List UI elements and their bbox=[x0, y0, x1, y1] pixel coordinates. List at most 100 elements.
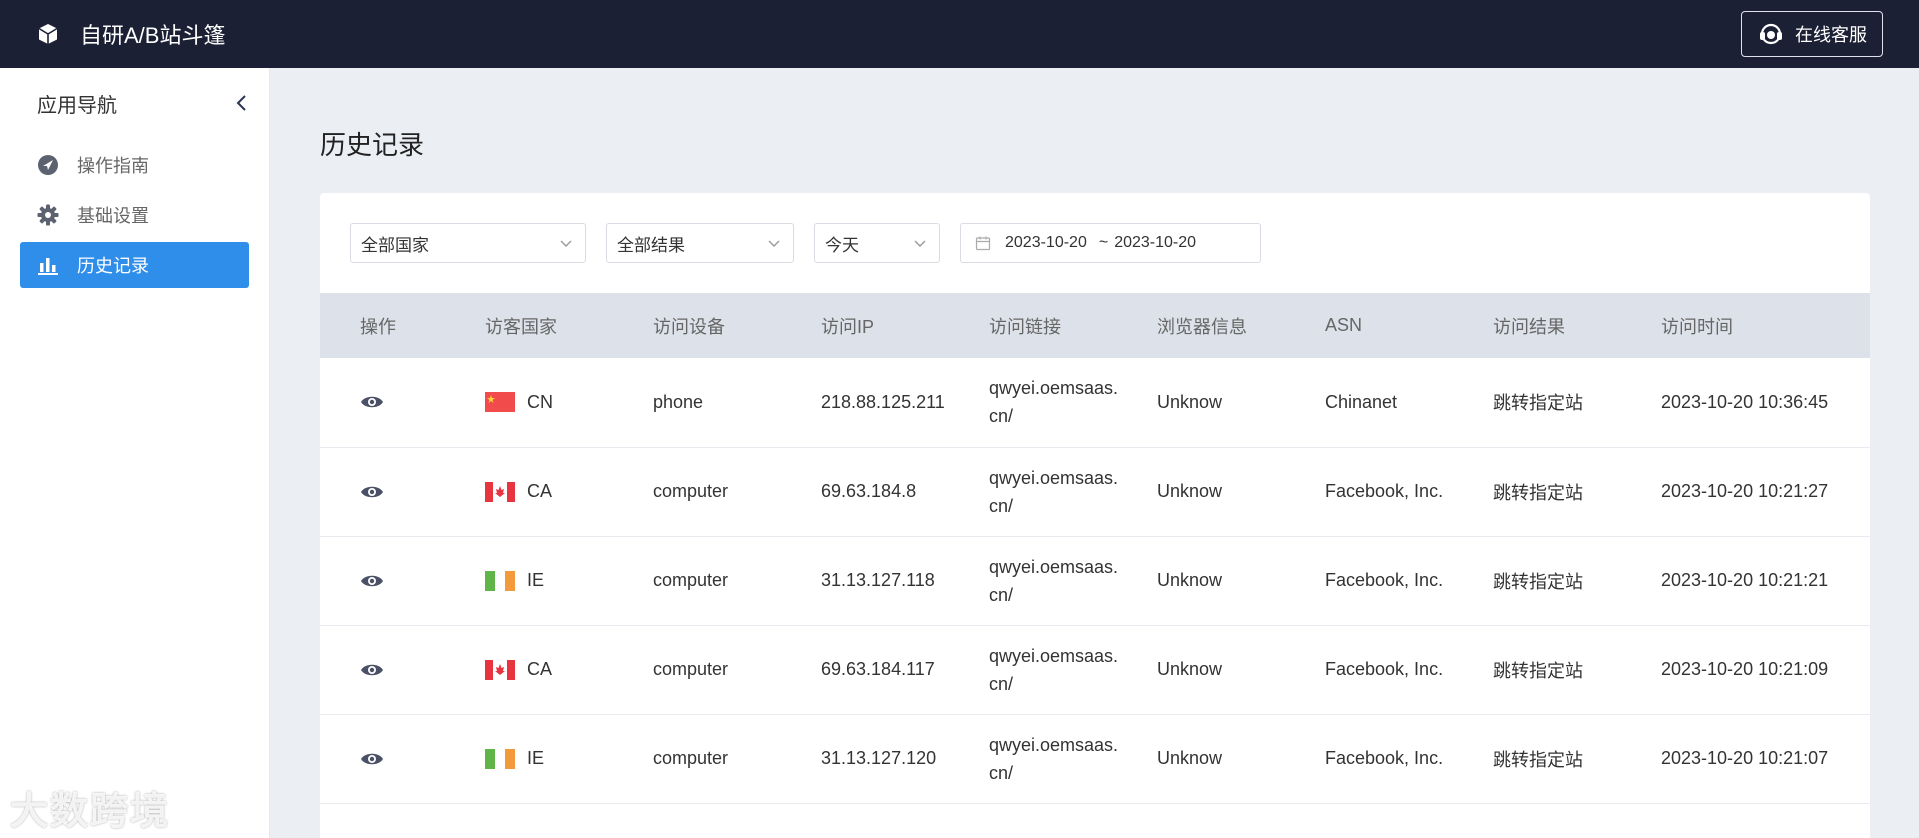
sidebar-title: 应用导航 bbox=[37, 94, 117, 117]
device-cell: computer bbox=[653, 481, 729, 501]
country-cell: IE bbox=[485, 748, 653, 769]
ip-cell: 69.63.184.117 bbox=[821, 659, 935, 679]
date-separator: ~ bbox=[1098, 234, 1109, 251]
sidebar-item-label: 历史记录 bbox=[77, 256, 149, 276]
browser-cell: Unknow bbox=[1157, 748, 1223, 768]
sidebar-item-settings[interactable]: 基础设置 bbox=[20, 192, 249, 238]
top-bar: 自研A/B站斗篷 在线客服 bbox=[0, 0, 1919, 68]
online-support-button[interactable]: 在线客服 bbox=[1741, 11, 1883, 57]
cube-icon bbox=[38, 24, 58, 44]
compass-icon bbox=[38, 155, 58, 175]
link-line-1: qwyei.oemsaas. bbox=[989, 645, 1119, 666]
eye-icon[interactable] bbox=[360, 573, 384, 589]
period-select-value: 今天 bbox=[825, 235, 859, 255]
sidebar-item-label: 基础设置 bbox=[77, 206, 149, 226]
period-select[interactable]: 今天 bbox=[814, 223, 940, 263]
flag-ca-icon bbox=[485, 481, 515, 502]
country-code: CA bbox=[527, 659, 553, 679]
asn-cell: Facebook, Inc. bbox=[1325, 748, 1444, 768]
link-line-1: qwyei.oemsaas. bbox=[989, 556, 1119, 577]
time-cell: 2023-10-20 10:21:27 bbox=[1661, 481, 1829, 501]
ip-cell: 31.13.127.118 bbox=[821, 570, 935, 590]
history-card: 全部国家 全部结果 今天 2023-10-20 ~ 2023-10-20 操作 … bbox=[320, 193, 1870, 838]
watermark: 大数跨境 bbox=[10, 791, 171, 833]
date-range-picker[interactable]: 2023-10-20 ~ 2023-10-20 bbox=[960, 223, 1261, 263]
country-cell: CN bbox=[485, 392, 653, 413]
result-cell: 跳转指定站 bbox=[1493, 393, 1583, 414]
table-header-row: 操作 访客国家 访问设备 访问IP 访问链接 浏览器信息 ASN 访问结果 访问… bbox=[320, 293, 1870, 358]
country-select[interactable]: 全部国家 bbox=[350, 223, 586, 263]
link-line-1: qwyei.oemsaas. bbox=[989, 734, 1119, 755]
col-header-asn: ASN bbox=[1325, 315, 1363, 335]
result-cell: 跳转指定站 bbox=[1493, 482, 1583, 503]
chevron-down-icon bbox=[768, 240, 780, 247]
calendar-icon bbox=[975, 236, 991, 251]
table-row: CN phone 218.88.125.211 qwyei.oemsaas. cn… bbox=[320, 358, 1870, 447]
flag-ie-icon bbox=[485, 748, 515, 769]
page-title: 历史记录 bbox=[320, 130, 425, 160]
time-cell: 2023-10-20 10:21:21 bbox=[1661, 570, 1829, 590]
sidebar-item-history[interactable]: 历史记录 bbox=[20, 242, 249, 288]
col-header-action: 操作 bbox=[360, 316, 396, 337]
flag-ie-icon bbox=[485, 570, 515, 591]
flag-ca-icon bbox=[485, 659, 515, 680]
result-select[interactable]: 全部结果 bbox=[606, 223, 794, 263]
browser-cell: Unknow bbox=[1157, 570, 1223, 590]
result-select-value: 全部结果 bbox=[617, 235, 685, 255]
headset-icon bbox=[1760, 23, 1782, 45]
chevron-left-icon[interactable] bbox=[233, 94, 251, 112]
bar-chart-icon bbox=[38, 258, 58, 275]
time-cell: 2023-10-20 10:21:09 bbox=[1661, 659, 1829, 679]
ip-cell: 69.63.184.8 bbox=[821, 481, 917, 501]
link-cell[interactable]: qwyei.oemsaas. cn/ bbox=[989, 447, 1157, 536]
history-table: 操作 访客国家 访问设备 访问IP 访问链接 浏览器信息 ASN 访问结果 访问… bbox=[320, 293, 1870, 804]
chevron-down-icon bbox=[914, 240, 926, 247]
table-row: CA computer 69.63.184.8 qwyei.oemsaas. cn… bbox=[320, 447, 1870, 536]
gear-icon bbox=[37, 204, 59, 226]
date-start: 2023-10-20 bbox=[1005, 234, 1087, 251]
col-header-time: 访问时间 bbox=[1661, 316, 1733, 337]
link-line-1: qwyei.oemsaas. bbox=[989, 378, 1119, 399]
filter-bar: 全部国家 全部结果 今天 2023-10-20 ~ 2023-10-20 bbox=[320, 193, 1870, 293]
link-cell[interactable]: qwyei.oemsaas. cn/ bbox=[989, 714, 1157, 803]
col-header-ip: 访问IP bbox=[821, 316, 875, 337]
result-cell: 跳转指定站 bbox=[1493, 660, 1583, 681]
link-line-2: cn/ bbox=[989, 406, 1014, 427]
browser-cell: Unknow bbox=[1157, 481, 1223, 501]
device-cell: phone bbox=[653, 391, 704, 412]
sidebar-item-guide[interactable]: 操作指南 bbox=[20, 142, 249, 188]
support-label: 在线客服 bbox=[1795, 25, 1867, 45]
asn-cell: Facebook, Inc. bbox=[1325, 570, 1444, 590]
link-line-2: cn/ bbox=[989, 762, 1014, 783]
eye-icon[interactable] bbox=[360, 662, 384, 678]
country-code: CN bbox=[527, 391, 553, 412]
sidebar-header: 应用导航 bbox=[0, 68, 269, 138]
eye-icon[interactable] bbox=[360, 394, 384, 410]
chevron-down-icon bbox=[560, 240, 572, 247]
ip-cell: 31.13.127.120 bbox=[821, 748, 937, 768]
link-cell[interactable]: qwyei.oemsaas. cn/ bbox=[989, 536, 1157, 625]
flag-cn-icon bbox=[485, 392, 515, 413]
browser-cell: Unknow bbox=[1157, 391, 1223, 412]
link-line-2: cn/ bbox=[989, 584, 1014, 605]
country-cell: IE bbox=[485, 570, 653, 591]
link-line-2: cn/ bbox=[989, 495, 1014, 516]
table-row: CA computer 69.63.184.117 qwyei.oemsaas.… bbox=[320, 625, 1870, 714]
eye-icon[interactable] bbox=[360, 751, 384, 767]
result-cell: 跳转指定站 bbox=[1493, 749, 1583, 770]
link-cell[interactable]: qwyei.oemsaas. cn/ bbox=[989, 625, 1157, 714]
browser-cell: Unknow bbox=[1157, 659, 1223, 679]
asn-cell: Facebook, Inc. bbox=[1325, 659, 1444, 679]
country-code: IE bbox=[527, 570, 545, 590]
link-line-1: qwyei.oemsaas. bbox=[989, 467, 1119, 488]
link-cell[interactable]: qwyei.oemsaas. cn/ bbox=[989, 358, 1157, 447]
time-cell: 2023-10-20 10:21:07 bbox=[1661, 748, 1829, 768]
col-header-country: 访客国家 bbox=[485, 316, 557, 337]
time-cell: 2023-10-20 10:36:45 bbox=[1661, 391, 1829, 412]
country-cell: CA bbox=[485, 659, 653, 680]
col-header-link: 访问链接 bbox=[989, 316, 1061, 337]
app-logo[interactable]: 自研A/B站斗篷 bbox=[36, 18, 225, 50]
eye-icon[interactable] bbox=[360, 484, 384, 500]
country-select-value: 全部国家 bbox=[361, 235, 429, 255]
device-cell: computer bbox=[653, 659, 729, 679]
